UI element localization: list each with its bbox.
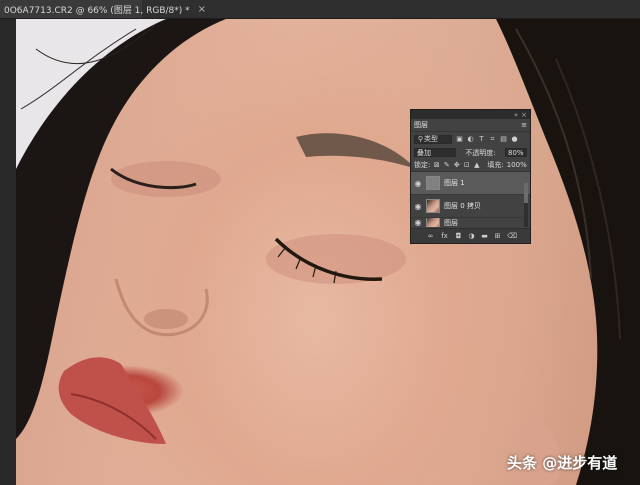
collapse-icon[interactable]: « xyxy=(514,111,518,119)
shape-filter-icon[interactable]: ⌗ xyxy=(489,135,496,143)
blend-row: 叠加 不透明度: 80% xyxy=(411,146,530,159)
layer-row-layer1[interactable]: ◉ 图层 1 xyxy=(411,172,530,195)
fill-label: 填充: xyxy=(487,161,504,169)
link-icon[interactable]: ∞ xyxy=(427,232,434,240)
visibility-eye-icon[interactable]: ◉ xyxy=(414,202,422,211)
blend-mode-value: 叠加 xyxy=(417,148,431,157)
fill-value[interactable]: 100% xyxy=(507,161,527,169)
mask-icon[interactable]: ◘ xyxy=(455,232,462,240)
filter-toggle-icon[interactable]: ● xyxy=(511,135,518,143)
layer-row-layer0[interactable]: ◉ 图层 xyxy=(411,218,530,227)
opacity-value: 80% xyxy=(507,148,524,157)
opacity-input[interactable]: 80% xyxy=(504,148,527,157)
document-tab-title: 0O6A7713.CR2 @ 66% (图层 1, RGB/8*) * xyxy=(4,5,190,16)
close-icon[interactable]: × xyxy=(198,4,206,15)
layer-name: 图层 xyxy=(444,218,458,227)
panel-menu-icon[interactable]: ≡ xyxy=(521,121,527,129)
portrait-photo xyxy=(16,19,640,485)
type-filter-icon[interactable]: T xyxy=(478,135,485,143)
lock-all-icon[interactable]: ▲ xyxy=(473,161,480,169)
pixel-filter-icon[interactable]: ▣ xyxy=(456,135,463,143)
tab-layers[interactable]: 图层 xyxy=(414,120,428,130)
document-tab[interactable]: 0O6A7713.CR2 @ 66% (图层 1, RGB/8*) * × xyxy=(0,0,206,18)
lock-label: 锁定: xyxy=(414,161,431,169)
visibility-eye-icon[interactable]: ◉ xyxy=(414,218,422,227)
fx-icon[interactable]: fx xyxy=(440,232,449,240)
layer-thumbnail xyxy=(426,199,440,213)
new-layer-icon[interactable]: ⊞ xyxy=(494,232,501,240)
document-tabbar: 0O6A7713.CR2 @ 66% (图层 1, RGB/8*) * × xyxy=(0,0,640,19)
group-icon[interactable]: ▬ xyxy=(481,232,488,240)
search-icon: ⚲ xyxy=(417,134,424,143)
visibility-eye-icon[interactable]: ◉ xyxy=(414,179,422,188)
scrollbar-thumb[interactable] xyxy=(524,183,528,203)
lock-artboard-icon[interactable]: ⊡ xyxy=(463,161,470,169)
lock-pixels-icon[interactable]: ⊠ xyxy=(433,161,440,169)
layer-thumbnail xyxy=(426,176,440,190)
panel-tab-row: 图层 ≡ xyxy=(411,119,530,132)
layer-thumbnail xyxy=(426,218,440,227)
layers-panel: « × 图层 ≡ ⚲ 类型 ▣ ◐ T ⌗ ▤ ● 叠加 不透明度: 80% 锁… xyxy=(410,109,531,244)
layer-filter-label: 类型 xyxy=(424,135,438,143)
trash-icon[interactable]: ⌫ xyxy=(507,232,517,240)
panel-header-strip: « × xyxy=(411,110,530,119)
layer-filter-select[interactable]: ⚲ 类型 xyxy=(414,134,452,144)
layers-scrollbar[interactable] xyxy=(524,183,528,227)
layer-name: 图层 0 拷贝 xyxy=(444,202,481,210)
smart-object-filter-icon[interactable]: ▤ xyxy=(500,135,507,143)
layers-panel-footer: ∞ fx ◘ ◑ ▬ ⊞ ⌫ xyxy=(411,228,530,243)
layer-name: 图层 1 xyxy=(444,179,465,187)
panel-close-icon[interactable]: × xyxy=(521,111,527,119)
image-canvas[interactable] xyxy=(16,19,640,485)
layer-filter-row: ⚲ 类型 ▣ ◐ T ⌗ ▤ ● xyxy=(411,132,530,146)
watermark-text: 头条 @进步有道 xyxy=(507,454,618,472)
lock-row: 锁定: ⊠ ✎ ✥ ⊡ ▲ 填充: 100% xyxy=(411,159,530,172)
opacity-label: 不透明度: xyxy=(465,148,496,157)
adjustment-icon[interactable]: ◑ xyxy=(468,232,475,240)
layer-row-layer0-copy[interactable]: ◉ 图层 0 拷贝 xyxy=(411,195,530,218)
lock-position-icon[interactable]: ✥ xyxy=(453,161,460,169)
adjustment-filter-icon[interactable]: ◐ xyxy=(467,135,474,143)
lock-brush-icon[interactable]: ✎ xyxy=(443,161,450,169)
blend-mode-select[interactable]: 叠加 xyxy=(414,148,456,157)
canvas-left-margin xyxy=(0,19,16,485)
